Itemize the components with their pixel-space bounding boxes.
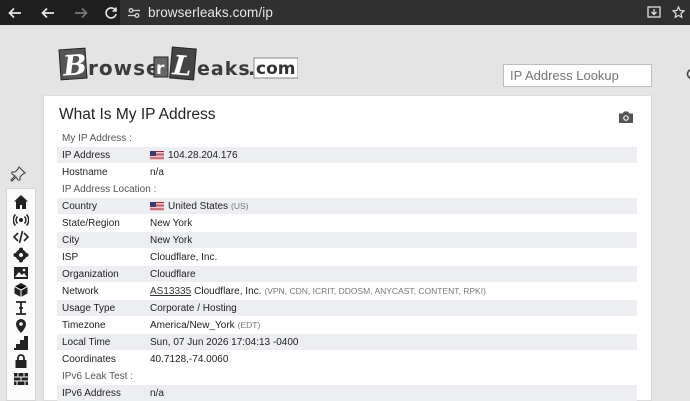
table-row: Network AS13335 Cloudflare, Inc. (VPN, CDN… <box>57 283 637 300</box>
row-key: Usage Type <box>62 302 116 314</box>
usage-type-value: Corporate / Hosting <box>150 302 237 314</box>
lock-icon[interactable] <box>10 352 32 370</box>
browserleaks-logo: B rowse r L eaks . com <box>58 46 298 83</box>
us-flag-icon <box>150 201 164 211</box>
hostname-value: n/a <box>150 166 164 178</box>
url-text[interactable]: browserleaks.com/ip <box>148 5 690 20</box>
row-key: IPv6 Address <box>62 387 121 399</box>
row-key: Timezone <box>62 319 106 331</box>
back-arrow-icon <box>8 7 21 18</box>
section-title-location: IP Address Location : <box>62 184 157 195</box>
ip-lookup-input[interactable] <box>504 65 686 86</box>
table-row: Country United States (US) <box>57 198 637 215</box>
forward-button[interactable] <box>66 0 96 25</box>
table-row: ISP Cloudflare, Inc. <box>57 249 637 266</box>
text-cursor-icon[interactable] <box>10 299 32 317</box>
country-value: United States <box>168 200 229 212</box>
row-key: Organization <box>62 268 119 280</box>
row-key: IP Address <box>62 149 111 161</box>
row-key: City <box>62 234 80 246</box>
table-row: Coordinates 40.7128,-74.0060 <box>57 351 637 368</box>
row-key: Network <box>62 285 99 297</box>
row-key: State/Region <box>62 217 120 229</box>
code-icon[interactable] <box>10 228 32 246</box>
region-value: New York <box>150 217 193 229</box>
pin-icon[interactable] <box>9 166 27 182</box>
country-code: (US) <box>231 201 249 211</box>
row-key: Coordinates <box>62 353 116 365</box>
site-logo[interactable]: B rowse r L eaks . com <box>58 45 298 83</box>
ipv6-value: n/a <box>150 387 164 399</box>
timezone-value: America/New_York <box>150 319 235 331</box>
timezone-abbr: (EDT) <box>237 320 261 330</box>
page-title: What Is My IP Address <box>59 106 216 123</box>
stairs-icon[interactable] <box>10 335 32 353</box>
tools-sidebar <box>6 188 36 401</box>
network-tags: (VPN, CDN, ICRIT, DDOSM, ANYCAST, CONTEN… <box>264 286 486 296</box>
section-title-my-ip: My IP Address : <box>62 133 132 144</box>
bookmark-star-icon[interactable] <box>666 6 690 19</box>
us-flag-icon <box>150 150 164 160</box>
back-arrow-icon <box>41 7 54 18</box>
ip-info-card: What Is My IP Address My IP Address : IP… <box>43 95 652 401</box>
back-button[interactable] <box>0 0 30 25</box>
network-value: Cloudflare, Inc. <box>194 285 262 297</box>
table-row: State/Region New York <box>57 215 637 232</box>
browser-toolbar: browserleaks.com/ip <box>0 0 690 25</box>
city-value: New York <box>150 234 193 246</box>
wall-icon[interactable] <box>10 370 32 388</box>
svg-text:com: com <box>256 59 295 79</box>
svg-text:B: B <box>61 48 88 83</box>
forward-arrow-icon <box>75 7 88 18</box>
table-row: City New York <box>57 232 637 249</box>
flower-icon[interactable] <box>10 246 32 264</box>
asn-link[interactable]: AS13335 <box>150 286 191 297</box>
svg-text:L: L <box>170 50 193 83</box>
row-key: Hostname <box>62 166 108 178</box>
table-row: Local Time Sun, 07 Jun 2026 17:04:13 -04… <box>57 334 637 351</box>
table-row: Usage Type Corporate / Hosting <box>57 300 637 317</box>
radio-icon[interactable] <box>10 211 32 229</box>
row-key: Local Time <box>62 336 111 348</box>
coordinates-value: 40.7128,-74.0060 <box>150 353 229 365</box>
local-time-value: Sun, 07 Jun 2026 17:04:13 -0400 <box>150 336 299 348</box>
back-button-2[interactable] <box>30 0 66 25</box>
location-icon[interactable] <box>10 317 32 335</box>
organization-value: Cloudflare <box>150 268 196 280</box>
table-row: Hostname n/a <box>57 164 637 181</box>
camera-icon[interactable] <box>618 110 634 124</box>
row-key: Country <box>62 200 98 212</box>
table-row: Organization Cloudflare <box>57 266 637 283</box>
site-info-icon[interactable] <box>120 7 148 19</box>
install-app-icon[interactable] <box>642 6 666 19</box>
isp-value: Cloudflare, Inc. <box>150 251 218 263</box>
svg-text:eaks: eaks <box>197 58 251 80</box>
search-icon[interactable] <box>686 68 690 83</box>
home-icon[interactable] <box>10 193 32 211</box>
table-row: Timezone America/New_York (EDT) <box>57 317 637 334</box>
ip-lookup-search[interactable] <box>503 64 690 87</box>
table-row: IP Address 104.28.204.176 <box>57 147 637 164</box>
cube-icon[interactable] <box>10 281 32 299</box>
table-row: IPv6 Address n/a <box>57 385 637 401</box>
svg-text:r: r <box>156 59 165 79</box>
address-bar[interactable]: browserleaks.com/ip <box>120 0 690 25</box>
reload-icon <box>105 6 117 19</box>
svg-text:rowse: rowse <box>88 56 161 80</box>
ip-address-value: 104.28.204.176 <box>168 149 238 161</box>
image-icon[interactable] <box>10 264 32 282</box>
row-key: ISP <box>62 251 79 263</box>
section-title-ipv6: IPv6 Leak Test : <box>62 371 133 382</box>
